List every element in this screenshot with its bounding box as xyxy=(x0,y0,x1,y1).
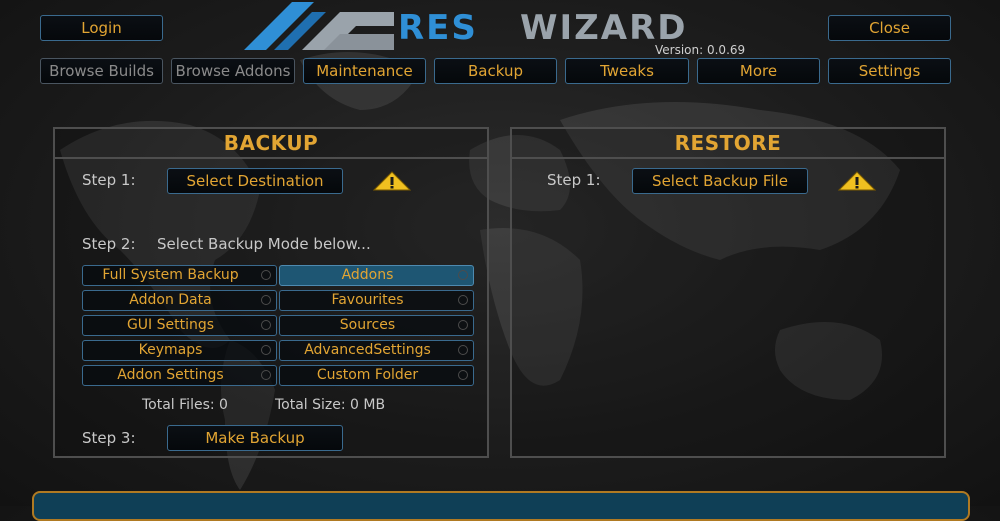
mode-label: Full System Backup xyxy=(102,267,239,283)
radio-indicator xyxy=(261,295,271,305)
mode-label: Addon Data xyxy=(129,292,212,308)
backup-panel-title: BACKUP xyxy=(55,129,487,159)
mode-label: Addons xyxy=(341,267,394,283)
backup-step1-label: Step 1: xyxy=(82,171,136,189)
radio-indicator xyxy=(261,370,271,380)
mode-label: Addon Settings xyxy=(117,367,224,383)
tab-backup[interactable]: Backup xyxy=(434,58,557,84)
mode-custom-folder[interactable]: Custom Folder xyxy=(279,365,474,386)
radio-indicator xyxy=(261,320,271,330)
tab-browse-builds[interactable]: Browse Builds xyxy=(40,58,163,84)
backup-step2-label: Step 2: xyxy=(82,235,136,253)
backup-step3-label: Step 3: xyxy=(82,429,136,447)
tab-settings[interactable]: Settings xyxy=(828,58,951,84)
select-destination-button[interactable]: Select Destination xyxy=(167,168,343,194)
mode-label: Keymaps xyxy=(138,342,203,358)
mode-sources[interactable]: Sources xyxy=(279,315,474,336)
warning-icon xyxy=(838,171,876,191)
mode-full-system-backup[interactable]: Full System Backup xyxy=(82,265,277,286)
version-label: Version: 0.0.69 xyxy=(655,43,746,57)
mode-gui-settings[interactable]: GUI Settings xyxy=(82,315,277,336)
total-size-label: Total Size: 0 MB xyxy=(275,397,386,413)
mode-label: Custom Folder xyxy=(316,367,419,383)
mode-addon-data[interactable]: Addon Data xyxy=(82,290,277,311)
close-button[interactable]: Close xyxy=(828,15,951,41)
restore-step1-label: Step 1: xyxy=(547,171,601,189)
tab-tweaks[interactable]: Tweaks xyxy=(565,58,689,84)
radio-indicator xyxy=(261,345,271,355)
logo-mark-icon xyxy=(244,2,394,50)
radio-indicator xyxy=(458,345,468,355)
mode-addon-settings[interactable]: Addon Settings xyxy=(82,365,277,386)
restore-panel-title: RESTORE xyxy=(512,129,944,159)
backup-step2-text: Select Backup Mode below... xyxy=(157,235,371,253)
mode-addons[interactable]: Addons xyxy=(279,265,474,286)
radio-indicator xyxy=(458,295,468,305)
mode-favourites[interactable]: Favourites xyxy=(279,290,474,311)
radio-indicator xyxy=(458,270,468,280)
tab-browse-addons[interactable]: Browse Addons xyxy=(171,58,295,84)
mode-label: AdvancedSettings xyxy=(304,342,431,358)
mode-label: GUI Settings xyxy=(126,317,215,333)
mode-keymaps[interactable]: Keymaps xyxy=(82,340,277,361)
bottom-bar xyxy=(32,491,970,521)
login-button[interactable]: Login xyxy=(40,15,163,41)
select-backup-file-button[interactable]: Select Backup File xyxy=(632,168,808,194)
tab-more[interactable]: More xyxy=(697,58,820,84)
radio-indicator xyxy=(458,320,468,330)
radio-indicator xyxy=(261,270,271,280)
tab-maintenance[interactable]: Maintenance xyxy=(303,58,426,84)
logo-text-right: WIZARD xyxy=(520,8,688,48)
warning-icon xyxy=(373,171,411,191)
mode-label: Sources xyxy=(339,317,396,333)
mode-advancedsettings[interactable]: AdvancedSettings xyxy=(279,340,474,361)
total-files-label: Total Files: 0 xyxy=(142,397,228,413)
radio-indicator xyxy=(458,370,468,380)
logo-text-left: RES xyxy=(398,8,478,48)
make-backup-button[interactable]: Make Backup xyxy=(167,425,343,451)
mode-label: Favourites xyxy=(331,292,404,308)
